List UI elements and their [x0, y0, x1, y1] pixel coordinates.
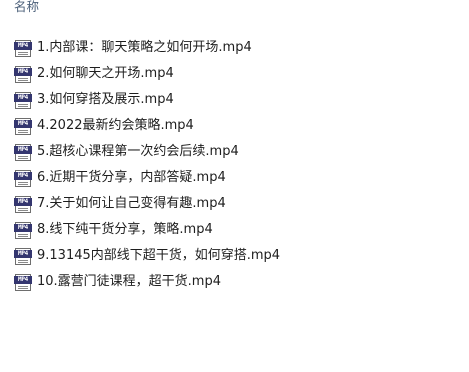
mp4-file-icon: MP4: [14, 117, 32, 135]
file-row-2[interactable]: MP4 2.如何聊天之开场.mp4: [14, 61, 454, 87]
file-name: 10.露营门徒课程，超干货.mp4: [37, 274, 221, 289]
file-explorer-window: 名称 MP4 1.内部课：聊天策略之如何开场.mp4 MP4 2.如何聊天之开场…: [0, 0, 469, 372]
file-row-7[interactable]: MP4 7.关于如何让自己变得有趣.mp4: [14, 191, 454, 217]
mp4-file-icon: MP4: [14, 273, 32, 291]
file-row-8[interactable]: MP4 8.线下纯干货分享，策略.mp4: [14, 217, 454, 243]
file-row-10[interactable]: MP4 10.露营门徒课程，超干货.mp4: [14, 269, 454, 295]
mp4-file-icon: MP4: [14, 143, 32, 161]
mp4-file-icon: MP4: [14, 195, 32, 213]
name-column-header[interactable]: 名称: [14, 0, 39, 16]
file-name: 8.线下纯干货分享，策略.mp4: [37, 222, 213, 237]
file-name: 4.2022最新约会策略.mp4: [37, 118, 194, 133]
mp4-file-icon: MP4: [14, 221, 32, 239]
file-row-9[interactable]: MP4 9.13145内部线下超干货，如何穿搭.mp4: [14, 243, 454, 269]
file-row-5[interactable]: MP4 5.超核心课程第一次约会后续.mp4: [14, 139, 454, 165]
file-name: 7.关于如何让自己变得有趣.mp4: [37, 196, 226, 211]
file-name: 2.如何聊天之开场.mp4: [37, 66, 174, 81]
file-row-4[interactable]: MP4 4.2022最新约会策略.mp4: [14, 113, 454, 139]
mp4-file-icon: MP4: [14, 65, 32, 83]
file-name: 3.如何穿搭及展示.mp4: [37, 92, 174, 107]
file-name: 1.内部课：聊天策略之如何开场.mp4: [37, 40, 252, 55]
file-row-1[interactable]: MP4 1.内部课：聊天策略之如何开场.mp4: [14, 35, 454, 61]
mp4-file-icon: MP4: [14, 169, 32, 187]
file-row-3[interactable]: MP4 3.如何穿搭及展示.mp4: [14, 87, 454, 113]
file-row-6[interactable]: MP4 6.近期干货分享，内部答疑.mp4: [14, 165, 454, 191]
mp4-file-icon: MP4: [14, 91, 32, 109]
file-name: 6.近期干货分享，内部答疑.mp4: [37, 170, 226, 185]
mp4-file-icon: MP4: [14, 247, 32, 265]
file-list: MP4 1.内部课：聊天策略之如何开场.mp4 MP4 2.如何聊天之开场.mp…: [14, 35, 454, 295]
mp4-file-icon: MP4: [14, 39, 32, 57]
file-name: 5.超核心课程第一次约会后续.mp4: [37, 144, 239, 159]
file-name: 9.13145内部线下超干货，如何穿搭.mp4: [37, 248, 281, 263]
